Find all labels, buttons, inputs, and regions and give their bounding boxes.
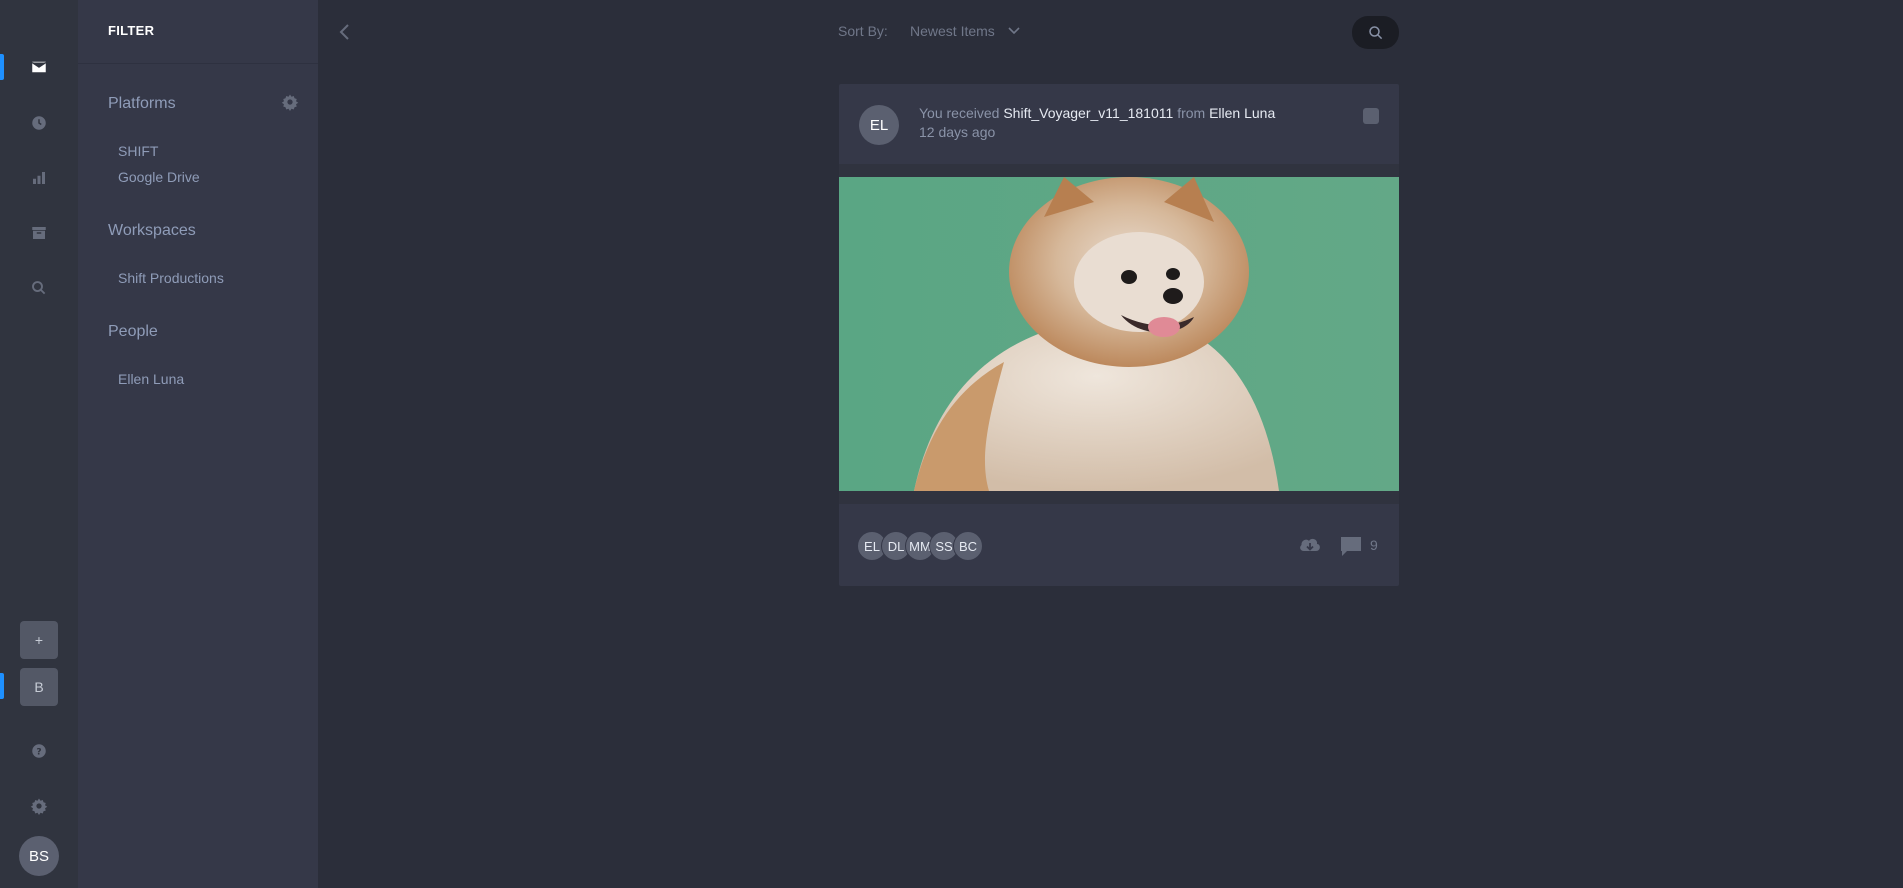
rail-inbox[interactable] bbox=[0, 47, 78, 87]
rail-archive[interactable] bbox=[0, 213, 78, 253]
media-thumbnail[interactable] bbox=[839, 177, 1399, 491]
sort-value: Newest Items bbox=[910, 23, 995, 39]
search-button[interactable] bbox=[1352, 16, 1399, 49]
add-workspace-button[interactable]: + bbox=[20, 621, 58, 659]
viewer-initials: BC bbox=[958, 538, 978, 554]
user-avatar[interactable]: BS bbox=[19, 836, 59, 876]
gear-icon bbox=[30, 798, 48, 815]
rail-recent[interactable] bbox=[0, 103, 78, 143]
sender-avatar[interactable]: EL bbox=[859, 105, 899, 145]
gear-icon bbox=[281, 94, 299, 111]
card-message: You received Shift_Voyager_v11_181011 fr… bbox=[919, 105, 1275, 121]
archive-icon bbox=[32, 227, 46, 239]
comment-icon bbox=[1341, 537, 1361, 556]
filter-workspace-shift-productions[interactable]: Shift Productions bbox=[118, 270, 224, 286]
filter-person-ellen-luna[interactable]: Ellen Luna bbox=[118, 371, 184, 387]
select-checkbox[interactable] bbox=[1363, 108, 1379, 124]
add-label: + bbox=[34, 632, 44, 648]
dog-thumbnail-image bbox=[839, 177, 1399, 491]
platforms-heading: Platforms bbox=[108, 95, 176, 112]
sender-initials: EL bbox=[869, 116, 889, 134]
rail-search[interactable] bbox=[0, 268, 78, 308]
feed-card: EL You received Shift_Voyager_v11_181011… bbox=[839, 84, 1399, 586]
cloud-download-icon bbox=[1300, 538, 1320, 551]
viewer-initials: SS bbox=[935, 538, 953, 554]
filter-title: FILTER bbox=[78, 0, 318, 64]
icon-rail: + B ? BS bbox=[0, 0, 78, 888]
workspace-label: B bbox=[34, 679, 44, 695]
filter-platform-shift[interactable]: SHIFT bbox=[118, 143, 158, 159]
clock-icon bbox=[32, 116, 46, 130]
people-heading: People bbox=[108, 323, 158, 340]
platforms-settings-button[interactable] bbox=[281, 93, 299, 111]
mail-icon bbox=[31, 61, 47, 73]
sort-dropdown[interactable]: Newest Items bbox=[910, 23, 1021, 39]
chevron-left-icon bbox=[339, 24, 349, 40]
workspace-indicator bbox=[0, 673, 4, 699]
viewer-initials: EL bbox=[864, 538, 880, 554]
viewer-avatar[interactable]: BC bbox=[953, 531, 983, 561]
download-button[interactable] bbox=[1298, 534, 1322, 556]
message-from: from bbox=[1177, 105, 1206, 121]
message-prefix: You received bbox=[919, 105, 1000, 121]
user-initials: BS bbox=[28, 847, 49, 865]
chevron-down-icon bbox=[1008, 27, 1020, 35]
sender-name-link[interactable]: Ellen Luna bbox=[1209, 105, 1275, 121]
workspaces-heading: Workspaces bbox=[108, 222, 196, 239]
workspace-button[interactable]: B bbox=[20, 668, 58, 706]
bar-chart-icon bbox=[33, 172, 45, 184]
file-name-link[interactable]: Shift_Voyager_v11_181011 bbox=[1003, 105, 1173, 121]
filter-platform-google-drive[interactable]: Google Drive bbox=[118, 169, 200, 185]
viewer-initials: MM bbox=[909, 538, 931, 554]
back-button[interactable] bbox=[335, 20, 355, 44]
viewer-initials: DL bbox=[887, 538, 905, 554]
search-icon bbox=[32, 281, 46, 295]
comment-count: 9 bbox=[1370, 537, 1378, 553]
search-icon bbox=[1368, 25, 1382, 39]
svg-text:?: ? bbox=[36, 747, 41, 757]
sort-label: Sort By: bbox=[838, 23, 888, 39]
help-button[interactable]: ? bbox=[0, 731, 78, 771]
settings-button[interactable] bbox=[0, 786, 78, 826]
comments-button[interactable] bbox=[1339, 535, 1363, 557]
rail-analytics[interactable] bbox=[0, 158, 78, 198]
filter-panel: FILTER Platforms SHIFT Google Drive Work… bbox=[78, 0, 318, 888]
card-timestamp: 12 days ago bbox=[919, 124, 996, 140]
help-icon: ? bbox=[32, 744, 46, 758]
